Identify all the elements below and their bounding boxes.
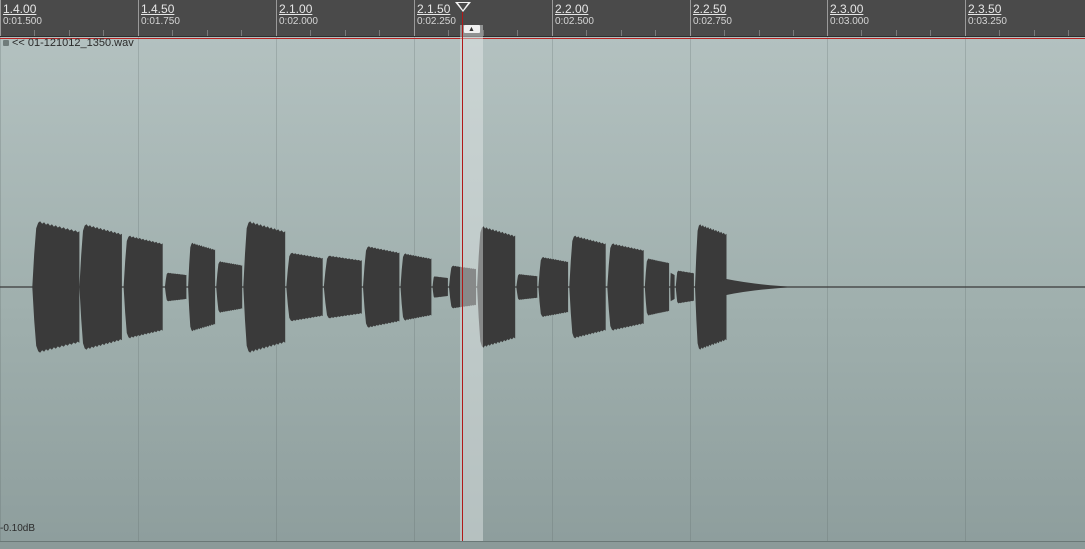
ruler-subtick (310, 30, 311, 36)
waveform-burst (243, 221, 286, 353)
ruler-measure-label: 2.1.00 (279, 2, 313, 16)
ruler-subtick (1068, 30, 1069, 36)
ruler-subtick (345, 30, 346, 36)
ruler-subtick (759, 30, 760, 36)
ruler-subtick (517, 30, 518, 36)
waveform-burst (188, 242, 216, 332)
waveform-burst (675, 270, 694, 304)
ruler-measure-label: 1.4.50 (141, 2, 175, 16)
media-item-name[interactable]: << 01-121012_1350.wav (12, 37, 134, 49)
ruler-measure-label: 2.2.50 (693, 2, 727, 16)
playhead-cursor[interactable] (462, 12, 463, 548)
waveform-bursts (32, 221, 797, 353)
waveform-burst (123, 235, 163, 339)
waveform-burst (607, 243, 644, 331)
ruler-measure-label: 2.2.00 (555, 2, 589, 16)
waveform-burst (32, 221, 80, 353)
ruler-subtick (724, 30, 725, 36)
ruler-subtick (448, 30, 449, 36)
ruler-time-label: 0:03.000 (830, 16, 869, 27)
ruler-subtick (207, 30, 208, 36)
ruler-subtick (930, 30, 931, 36)
ruler-subtick (586, 30, 587, 36)
ruler-subtick (483, 30, 484, 36)
waveform-burst (363, 246, 400, 328)
waveform-burst (538, 257, 569, 317)
ruler-subtick (861, 30, 862, 36)
ruler-subtick (172, 30, 173, 36)
ruler-time-label: 0:01.750 (141, 16, 180, 27)
ruler-subtick (34, 30, 35, 36)
waveform[interactable] (0, 37, 1085, 541)
waveform-tail (726, 279, 797, 295)
ruler-subtick (379, 30, 380, 36)
waveform-burst (164, 272, 187, 302)
ruler-time-label: 0:01.500 (3, 16, 42, 27)
item-gain-label: -0.10dB (0, 523, 36, 534)
lock-icon[interactable] (3, 40, 9, 46)
ruler-tick: 2.2.00 0:02.500 (552, 0, 594, 36)
ruler-tick: 2.1.00 0:02.000 (276, 0, 318, 36)
ruler-tick: 1.4.50 0:01.750 (138, 0, 180, 36)
playhead-triangle-icon-inner (458, 3, 468, 10)
waveform-burst (644, 258, 670, 316)
ruler-measure-label: 2.3.50 (968, 2, 1002, 16)
waveform-burst (670, 272, 675, 302)
ruler-tick: 2.3.50 0:03.250 (965, 0, 1007, 36)
ruler-subtick (621, 30, 622, 36)
ruler-subtick (999, 30, 1000, 36)
waveform-burst (400, 253, 432, 321)
waveform-burst (323, 255, 362, 319)
ruler-subtick (1034, 30, 1035, 36)
ruler-time-label: 0:03.250 (968, 16, 1007, 27)
ruler-time-label: 0:02.750 (693, 16, 732, 27)
ruler-subtick (793, 30, 794, 36)
waveform-burst (516, 274, 538, 300)
ruler-subtick (655, 30, 656, 36)
ruler-time-label: 0:02.500 (555, 16, 594, 27)
handle-arrow-icon: ▲ (468, 26, 475, 33)
ruler-time-label: 0:02.000 (279, 16, 318, 27)
ruler-tick: 2.1.50 0:02.250 (414, 0, 456, 36)
ruler-subtick (69, 30, 70, 36)
ruler-measure-label: 2.1.50 (417, 2, 451, 16)
time-selection[interactable] (460, 25, 483, 548)
waveform-burst (286, 252, 323, 322)
waveform-burst (432, 276, 448, 298)
ruler-tick: 1.4.00 0:01.500 (0, 0, 42, 36)
ruler-subtick (896, 30, 897, 36)
ruler-subtick (103, 30, 104, 36)
ruler-tick: 2.2.50 0:02.750 (690, 0, 732, 36)
waveform-burst (79, 224, 122, 350)
waveform-burst (569, 235, 606, 339)
waveform-burst (695, 224, 727, 350)
ruler-measure-label: 1.4.00 (3, 2, 37, 16)
waveform-burst (216, 261, 243, 313)
ruler-subtick (241, 30, 242, 36)
ruler-time-label: 0:02.250 (417, 16, 456, 27)
timeline-ruler[interactable]: 1.4.00 0:01.500 1.4.50 0:01.750 2.1.00 0:02.0… (0, 0, 1085, 37)
ruler-tick: 2.3.00 0:03.000 (827, 0, 869, 36)
ruler-measure-label: 2.3.00 (830, 2, 864, 16)
